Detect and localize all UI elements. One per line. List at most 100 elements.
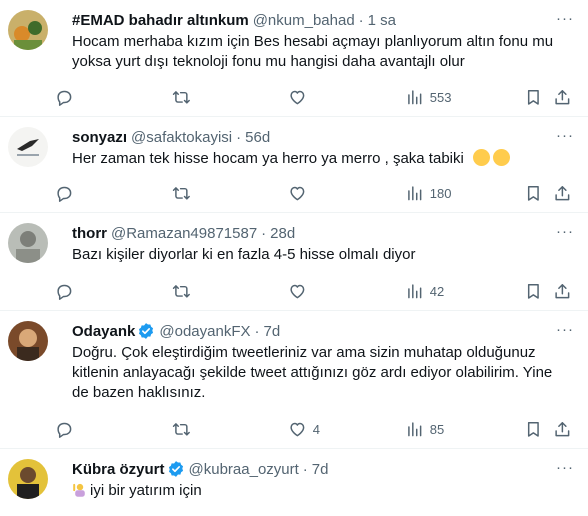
separator-dot: · [236, 128, 242, 146]
reply-icon [57, 90, 72, 106]
avatar[interactable] [8, 10, 48, 50]
verified-badge-icon [168, 461, 183, 477]
user-handle[interactable]: @odayankFX [159, 323, 250, 340]
reply-button[interactable] [55, 88, 74, 107]
more-options-icon[interactable]: ··· [556, 223, 574, 240]
tweet-header: thorr @Ramazan49871587 · 28d [72, 223, 572, 243]
display-name[interactable]: Kübra özyurt [72, 461, 165, 478]
action-bar: 42 [0, 278, 588, 310]
user-handle[interactable]: @Ramazan49871587 [111, 225, 257, 242]
avatar[interactable] [8, 321, 48, 361]
heart-icon [290, 284, 305, 299]
tweet-body: Her zaman tek hisse hocam ya herro ya me… [72, 149, 572, 169]
view-count: 42 [429, 283, 445, 299]
user-handle[interactable]: @safaktokayisi [131, 129, 232, 146]
display-name[interactable]: #EMAD bahadır altınkum [72, 12, 249, 29]
smiling-face-with-sweat-icon [473, 149, 490, 166]
avatar[interactable] [8, 127, 48, 167]
tweet-text: Hocam merhaba kızım için Bes hesabi açma… [72, 33, 554, 70]
more-options-icon[interactable]: ··· [556, 321, 574, 338]
tweet-text: Her zaman tek hisse hocam ya herro ya me… [72, 150, 464, 167]
more-options-icon[interactable]: ··· [556, 459, 574, 476]
smiling-face-with-sweat-icon [493, 149, 510, 166]
bookmark-icon [527, 89, 539, 105]
reply-button[interactable] [55, 184, 74, 203]
display-name[interactable]: thorr [72, 225, 107, 242]
share-icon [555, 283, 570, 299]
share-icon [555, 421, 570, 437]
reply-tweet[interactable]: sonyazı @safaktokayisi · 56d ··· Her zam… [0, 117, 588, 213]
user-handle[interactable]: @kubraa_ozyurt [189, 461, 299, 478]
retweet-button[interactable] [172, 420, 191, 439]
separator-dot: · [254, 322, 260, 340]
like-button[interactable] [288, 88, 307, 107]
share-icon [555, 185, 570, 201]
like-count: 4 [312, 421, 320, 437]
tweet-text: iyi bir yatırım için [90, 482, 202, 499]
views-button[interactable]: 42 [405, 282, 444, 301]
separator-dot: · [358, 11, 364, 29]
views-button[interactable]: 553 [405, 88, 451, 107]
reply-icon [57, 422, 72, 438]
timestamp[interactable]: 1 sa [368, 12, 396, 29]
user-handle[interactable]: @nkum_bahad [253, 12, 355, 29]
reply-button[interactable] [55, 420, 74, 439]
share-button[interactable] [553, 184, 572, 203]
reply-icon [57, 186, 72, 202]
share-button[interactable] [553, 282, 572, 301]
bookmark-button[interactable] [524, 88, 543, 107]
views-chart-icon [408, 284, 422, 299]
heart-icon [290, 186, 305, 201]
timestamp[interactable]: 7d [263, 323, 280, 340]
bookmark-button[interactable] [524, 420, 543, 439]
share-icon [555, 89, 570, 105]
verified-badge-icon [139, 323, 154, 339]
timestamp[interactable]: 28d [270, 225, 295, 242]
more-options-icon[interactable]: ··· [556, 127, 574, 144]
display-name[interactable]: Odayank [72, 323, 135, 340]
separator-dot: · [302, 460, 308, 478]
bookmark-button[interactable] [524, 282, 543, 301]
action-bar: 180 [0, 180, 588, 212]
action-bar: 4 85 [0, 416, 588, 448]
views-button[interactable]: 180 [405, 184, 451, 203]
reply-tweet[interactable]: thorr @Ramazan49871587 · 28d ··· Bazı ki… [0, 213, 588, 311]
timestamp[interactable]: 56d [245, 129, 270, 146]
tweet-body: iyi bir yatırım için [72, 481, 572, 501]
bookmark-icon [527, 185, 539, 201]
view-count: 180 [429, 185, 452, 201]
retweet-button[interactable] [172, 88, 191, 107]
like-button[interactable] [288, 282, 307, 301]
bookmark-icon [527, 421, 539, 437]
tweet-header: Kübra özyurt @kubraa_ozyurt · 7d [72, 459, 572, 479]
bookmark-button[interactable] [524, 184, 543, 203]
retweet-icon [172, 187, 190, 200]
views-chart-icon [408, 186, 422, 201]
more-options-icon[interactable]: ··· [556, 10, 574, 27]
share-button[interactable] [553, 420, 572, 439]
like-button[interactable] [288, 184, 307, 203]
timestamp[interactable]: 7d [312, 461, 329, 478]
reply-icon [57, 284, 72, 300]
retweet-button[interactable] [172, 282, 191, 301]
display-name[interactable]: sonyazı [72, 129, 127, 146]
reply-tweet[interactable]: #EMAD bahadır altınkum @nkum_bahad · 1 s… [0, 0, 588, 117]
person-raising-hand-icon [73, 483, 85, 497]
retweet-button[interactable] [172, 184, 191, 203]
reply-button[interactable] [55, 282, 74, 301]
reply-tweet[interactable]: Kübra özyurt @kubraa_ozyurt · 7d ··· iyi… [0, 449, 588, 516]
share-button[interactable] [553, 88, 572, 107]
retweet-icon [172, 91, 190, 104]
tweet-header: Odayank @odayankFX · 7d [72, 321, 572, 341]
views-button[interactable]: 85 [405, 420, 444, 439]
avatar[interactable] [8, 223, 48, 263]
avatar[interactable] [8, 459, 48, 499]
bookmark-icon [527, 283, 539, 299]
reply-feed: #EMAD bahadır altınkum @nkum_bahad · 1 s… [0, 0, 588, 516]
view-count: 85 [429, 421, 445, 437]
tweet-text: Bazı kişiler diyorlar ki en fazla 4-5 hi… [72, 246, 416, 263]
like-button[interactable]: 4 [288, 420, 320, 439]
views-chart-icon [408, 422, 422, 437]
reply-tweet[interactable]: Odayank @odayankFX · 7d ··· Doğru. Çok e… [0, 311, 588, 449]
retweet-icon [172, 423, 190, 436]
